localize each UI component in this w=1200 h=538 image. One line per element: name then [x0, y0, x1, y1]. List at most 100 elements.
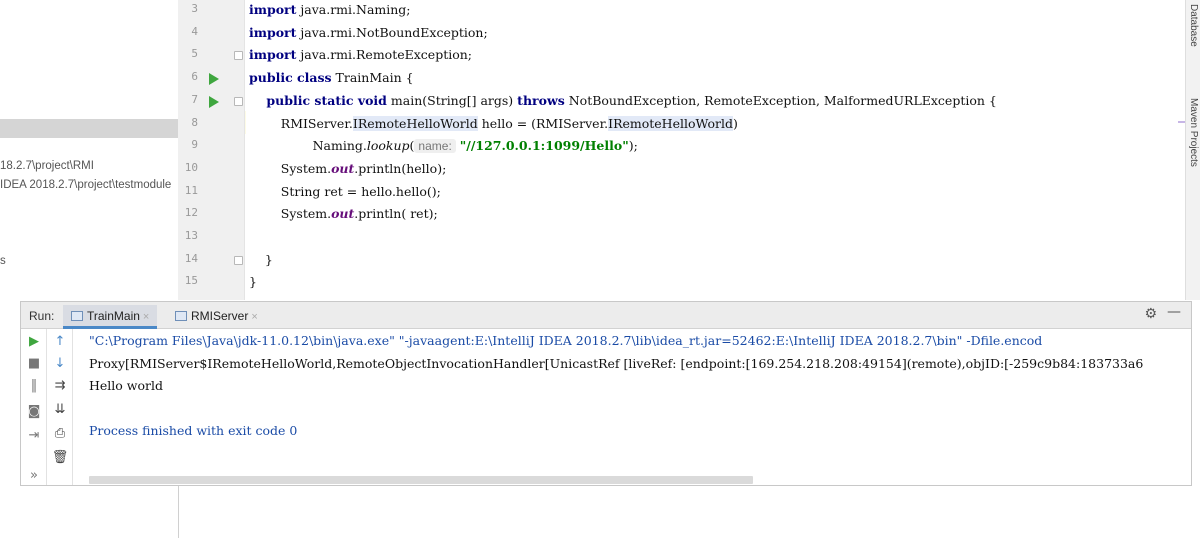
code-line[interactable]: public class TrainMain {: [249, 70, 414, 85]
editor-gutter: 3 4 5 6 7 8 9 10 11 12 13 14 15: [178, 0, 245, 300]
run-gutter-icon[interactable]: [209, 73, 219, 86]
code-line[interactable]: Naming.lookup(name: "//127.0.0.1:1099/He…: [249, 138, 638, 154]
line-number[interactable]: 11: [178, 184, 198, 197]
code-line[interactable]: System.out.println(hello);: [249, 160, 447, 176]
code-token: import: [249, 24, 297, 40]
code-token: System.: [249, 160, 332, 176]
code-token: import: [249, 47, 297, 63]
code-line[interactable]: import java.rmi.RemoteException;: [249, 47, 472, 62]
line-number[interactable]: 13: [178, 229, 198, 242]
line-number[interactable]: 14: [178, 252, 198, 265]
code-token: );: [628, 138, 638, 154]
code-editor[interactable]: import java.rmi.Naming; import java.rmi.N…: [246, 0, 1178, 300]
tab-trainmain[interactable]: TrainMain ×: [63, 305, 158, 329]
tab-rmiserver-label: RMIServer: [191, 309, 249, 323]
fold-marker-icon[interactable]: [234, 255, 243, 265]
code-token: out: [331, 160, 355, 176]
line-number[interactable]: 4: [178, 25, 198, 38]
arrow-down-icon[interactable]: ↓: [47, 353, 73, 375]
run-panel-header: Run: TrainMain × RMIServer × ⚙ —: [21, 302, 1191, 329]
code-token: java.rmi.Naming;: [296, 2, 411, 17]
line-number[interactable]: 5: [178, 47, 198, 60]
console-output[interactable]: "C:\Program Files\Java\jdk-11.0.12\bin\j…: [89, 329, 1191, 479]
soft-wrap-icon[interactable]: ⇉: [47, 375, 73, 397]
application-icon: [71, 311, 83, 321]
project-tree-selected-row[interactable]: [0, 119, 178, 138]
run-tool-window: Run: TrainMain × RMIServer × ⚙ — ▶ ■ ‖ ◙ ⇥…: [20, 301, 1192, 486]
line-number[interactable]: 8: [178, 116, 198, 129]
line-number[interactable]: 9: [178, 138, 198, 151]
line-number[interactable]: 15: [178, 274, 198, 287]
database-tool-tab[interactable]: Database: [1188, 4, 1199, 47]
scroll-to-end-icon[interactable]: ⇊: [47, 399, 73, 421]
code-token: import: [249, 2, 297, 17]
code-line[interactable]: import java.rmi.Naming;: [249, 2, 411, 17]
code-token: IRemoteHelloWorld: [608, 115, 734, 131]
code-token: }: [249, 274, 257, 290]
code-token: lookup: [366, 138, 410, 154]
pause-icon[interactable]: ‖: [21, 375, 47, 397]
code-token: IRemoteHelloWorld: [352, 115, 478, 131]
code-token: RMIServer.: [249, 115, 353, 131]
code-token: java.rmi.NotBoundException;: [296, 24, 488, 40]
run-gutter-icon[interactable]: [209, 95, 219, 108]
run-toolbar-primary: ▶ ■ ‖ ◙ ⇥ »: [21, 329, 47, 485]
code-token: .println( ret);: [354, 206, 438, 222]
console-line: Process finished with exit code 0: [89, 423, 298, 438]
code-line[interactable]: import java.rmi.NotBoundException;: [249, 25, 488, 40]
parameter-hint: name:: [414, 139, 456, 154]
line-number[interactable]: 10: [178, 161, 198, 174]
code-token: Naming.: [249, 138, 367, 154]
more-icon[interactable]: »: [21, 465, 47, 487]
gear-icon[interactable]: ⚙: [1144, 306, 1157, 322]
rerun-icon[interactable]: ▶: [21, 331, 47, 353]
project-tree-item-testmodule[interactable]: IDEA 2018.2.7\project\testmodule: [0, 179, 171, 191]
code-token: main(String[] args): [386, 92, 518, 108]
code-line[interactable]: String ret = hello.hello();: [249, 184, 441, 199]
console-line: Proxy[RMIServer$IRemoteHelloWorld,Remote…: [89, 355, 1144, 371]
code-token: .println(hello);: [354, 160, 447, 176]
code-token: out: [331, 206, 355, 222]
arrow-up-icon[interactable]: ↑: [47, 331, 73, 353]
maven-projects-tool-tab[interactable]: Maven Projects: [1188, 98, 1199, 167]
code-token: }: [249, 251, 273, 267]
code-token: java.rmi.RemoteException;: [296, 47, 473, 63]
stop-icon[interactable]: ■: [21, 353, 47, 375]
line-number[interactable]: 12: [178, 206, 198, 219]
close-icon[interactable]: ×: [251, 311, 257, 323]
code-line[interactable]: public static void main(String[] args) t…: [249, 92, 997, 108]
fold-marker-icon[interactable]: [234, 51, 243, 61]
fold-marker-icon[interactable]: [234, 96, 243, 106]
code-line[interactable]: RMIServer.IRemoteHelloWorld hello = (RMI…: [249, 115, 738, 131]
code-token: System.: [249, 206, 332, 222]
code-token: public static void: [249, 92, 387, 108]
trash-icon[interactable]: 🗑: [47, 447, 73, 469]
code-token: ): [733, 115, 738, 131]
code-token: NotBoundException, RemoteException, Malf…: [564, 92, 997, 108]
login-icon[interactable]: ⇥: [21, 425, 47, 447]
run-label: Run:: [29, 309, 55, 323]
minimize-icon[interactable]: —: [1167, 304, 1181, 320]
project-tree-item-s[interactable]: s: [0, 255, 6, 267]
line-number[interactable]: 6: [178, 70, 198, 83]
code-line[interactable]: }: [249, 274, 257, 289]
code-line[interactable]: System.out.println( ret);: [249, 206, 438, 221]
project-tree-item-rmi[interactable]: 18.2.7\project\RMI: [0, 160, 94, 172]
tab-rmiserver[interactable]: RMIServer ×: [167, 305, 266, 329]
line-number[interactable]: 3: [178, 2, 198, 15]
code-token: throws: [517, 92, 565, 108]
code-line[interactable]: }: [249, 252, 273, 267]
project-tree-panel: 18.2.7\project\RMI IDEA 2018.2.7\project…: [0, 0, 178, 300]
code-token: hello = (RMIServer.: [477, 115, 609, 131]
close-icon[interactable]: ×: [143, 311, 149, 323]
code-token: String ret = hello.hello();: [249, 183, 441, 199]
console-line: "C:\Program Files\Java\jdk-11.0.12\bin\j…: [89, 333, 1043, 348]
code-token: public class: [249, 70, 332, 86]
code-token: TrainMain {: [331, 70, 414, 86]
horizontal-scrollbar[interactable]: [89, 476, 753, 484]
camera-icon[interactable]: ◙: [21, 401, 47, 423]
right-tool-strip: Database Maven Projects: [1185, 0, 1200, 300]
print-icon[interactable]: ⎙: [47, 423, 73, 445]
line-number[interactable]: 7: [178, 93, 198, 106]
application-icon: [175, 311, 187, 321]
